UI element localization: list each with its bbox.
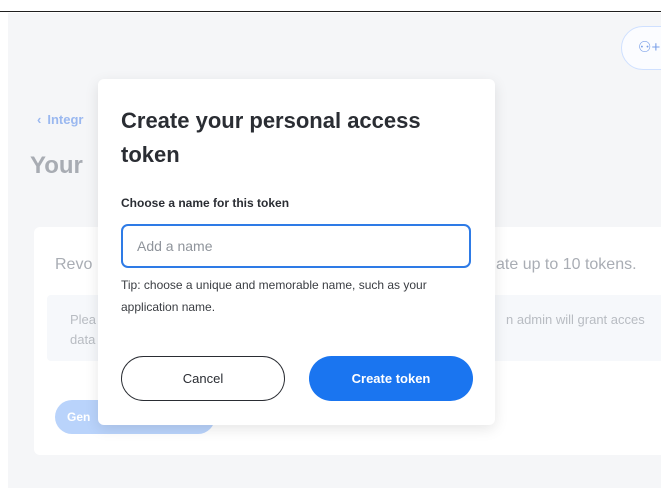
info-right-text: n admin will grant acces <box>506 312 645 327</box>
top-divider <box>0 11 661 12</box>
token-name-input[interactable] <box>121 224 471 268</box>
tip-text: Tip: choose a unique and memorable name,… <box>121 278 427 314</box>
info-line-2: data <box>70 332 96 347</box>
add-user-icon: ⚇+ <box>638 39 661 56</box>
cancel-button[interactable]: Cancel <box>121 356 285 401</box>
generate-token-label: Gen <box>67 410 91 424</box>
token-name-label: Choose a name for this token <box>121 196 290 210</box>
back-link-label: Integr <box>47 112 84 127</box>
chevron-left-icon: ‹ <box>37 112 42 127</box>
invite-user-button[interactable]: ⚇+ <box>621 26 661 70</box>
token-limit-text: ate up to 10 tokens. <box>496 256 637 273</box>
card-description: Revo <box>55 256 93 273</box>
modal-title: Create your personal access token <box>121 108 421 167</box>
create-token-modal: Create your personal access token Choose… <box>98 79 495 425</box>
page-title: Your <box>30 152 83 179</box>
info-line-1: Plea <box>70 312 97 327</box>
back-link[interactable]: ‹ Integr <box>37 112 89 127</box>
create-token-button[interactable]: Create token <box>309 356 473 401</box>
